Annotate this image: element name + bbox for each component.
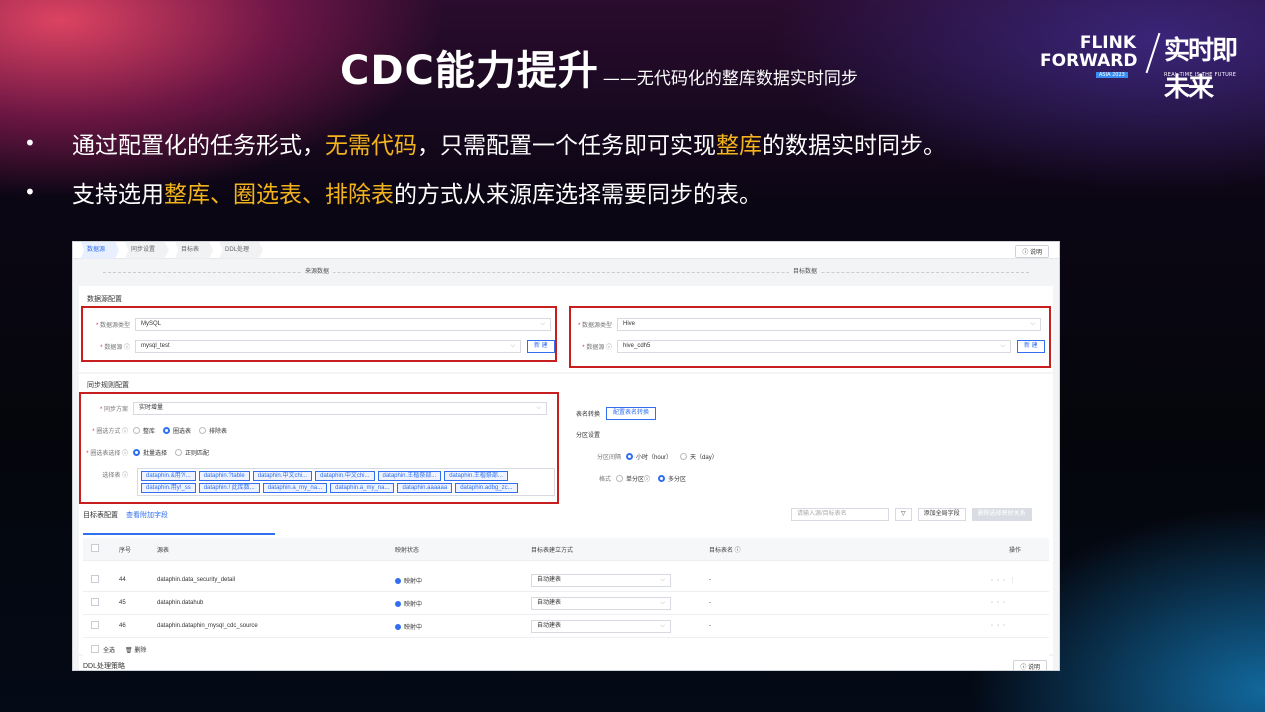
slide-title: CDC能力提升 ——无代码化的整库数据实时同步 (340, 38, 858, 96)
logo-cn-text: 实时即未来 (1164, 36, 1238, 103)
logo-asia-badge: ASIA 2023 (1096, 72, 1128, 78)
step-datasource[interactable]: 数据源 (81, 242, 120, 259)
format-radio-single[interactable]: 单分区 ⓘ (616, 474, 650, 483)
logo-divider (1145, 32, 1161, 74)
help-button[interactable]: ⓘ 说明 (1015, 245, 1049, 258)
target-table-toolbar: 请输入源/目标表名 ▽ 添加全局字段 删除选择映射关系 (791, 508, 1032, 521)
logo-wordmark: FLINK FORWARD (1040, 33, 1138, 71)
ddl-panel (79, 656, 1053, 670)
rename-label: 表名转换 (576, 412, 601, 418)
table-row: 44 dataphin.data_security_detail 映射中 自动建… (83, 569, 1049, 592)
row-actions[interactable]: ▫▫▫ (991, 600, 1009, 606)
select-all-label[interactable]: 全选 (103, 645, 115, 654)
partition-section-title: 分区设置 (576, 433, 601, 439)
step-ddl[interactable]: DDL处理 (219, 242, 264, 259)
bullet-item: • 支持选用 整库、圈选表、排除表 的方式从来源库选择需要同步的表。 (24, 180, 762, 208)
target-table-section-title: 目标表配置 查看附加字段 (83, 512, 168, 519)
status-dot (395, 600, 401, 607)
ddl-help-button[interactable]: ⓘ 说明 (1013, 660, 1047, 670)
source-highlight-box (81, 306, 557, 362)
flink-forward-logo: FLINK FORWARD ASIA 2023 实时即未来 REAL-TIME I… (1040, 28, 1240, 103)
flow-target-label: 目标数据 (789, 266, 822, 275)
view-extra-fields-link[interactable]: 查看附加字段 (126, 512, 168, 519)
status-dot (395, 577, 401, 584)
app-screenshot: 数据源 同步设置 目标表 DDL处理 ⓘ 说明 来源数据 目标数据 数据源配置 … (72, 241, 1060, 671)
table-header: 序号 源表 映射状态 目标表建立方式 目标表名 ⓘ 操作 (83, 538, 1049, 561)
interval-row: 分区间隔 小时（hour） 天（day） (576, 452, 726, 461)
row-checkbox[interactable] (91, 575, 99, 583)
format-radio-multi[interactable]: 多分区 (658, 474, 686, 483)
ddl-section-title: DDL处理策略 (83, 663, 126, 670)
row-checkbox[interactable] (91, 621, 99, 629)
header-checkbox[interactable] (91, 544, 99, 552)
sync-section-title: 同步规则配置 (87, 382, 129, 389)
table-row: 45 dataphin.datahub 映射中 自动建表 ⌵ - ▫▫▫ (83, 592, 1049, 615)
bullet-item: • 通过配置化的任务形式， 无需代码 ，只需配置一个任务即可实现 整库 的数据实时同步。 (24, 131, 946, 159)
interval-radio-day[interactable]: 天（day） (680, 452, 718, 461)
delete-link[interactable]: 🗑 删除 (125, 645, 146, 654)
add-global-field-button[interactable]: 添加全局字段 (917, 508, 966, 521)
step-target-table[interactable]: 目标表 (175, 242, 214, 259)
sync-highlight-box (79, 392, 559, 504)
mapping-table: 序号 源表 映射状态 目标表建立方式 目标表名 ⓘ 操作 44 dataphin… (83, 538, 1049, 661)
format-row: 格式 单分区 ⓘ 多分区 (576, 474, 694, 483)
table-search-input[interactable]: 请输入源/目标表名 (791, 508, 889, 521)
row-actions[interactable]: ▫▫▫ (991, 623, 1009, 629)
flow-source-label: 来源数据 (301, 266, 334, 275)
rename-config-button[interactable]: 配置表名转换 (606, 407, 657, 420)
create-mode-select[interactable]: 自动建表 ⌵ (531, 619, 671, 633)
interval-radio-hour[interactable]: 小时（hour） (626, 452, 672, 461)
datasource-section-title: 数据源配置 (87, 296, 122, 303)
title-subtitle: ——无代码化的整库数据实时同步 (602, 69, 858, 89)
row-checkbox[interactable] (91, 598, 99, 606)
rename-row: 表名转换 配置表名转换 (576, 407, 657, 420)
target-highlight-box (569, 306, 1051, 368)
bullet-list: • 通过配置化的任务形式， 无需代码 ，只需配置一个任务即可实现 整库 的数据实时同步。… (24, 128, 946, 226)
logo-tagline: REAL-TIME IS THE FUTURE (1164, 72, 1237, 78)
title-main: CDC能力提升 (340, 48, 599, 94)
create-mode-select[interactable]: 自动建表 ⌵ (531, 573, 671, 587)
active-tab-indicator (83, 533, 275, 535)
step-nav: 数据源 同步设置 目标表 DDL处理 (73, 242, 1059, 259)
step-sync-settings[interactable]: 同步设置 (125, 242, 170, 259)
create-mode-select[interactable]: 自动建表 ⌵ (531, 596, 671, 610)
status-dot (395, 623, 401, 630)
flow-header: 来源数据 目标数据 (73, 266, 1059, 278)
row-actions[interactable]: ▫▫▫⋮ (991, 577, 1019, 584)
select-all-checkbox[interactable] (91, 644, 99, 653)
table-row: 46 dataphin.dataphin_mysql_cdc_source 映射… (83, 615, 1049, 638)
delete-mapping-button[interactable]: 删除选择映射关系 (971, 508, 1032, 521)
filter-icon[interactable]: ▽ (895, 508, 912, 521)
